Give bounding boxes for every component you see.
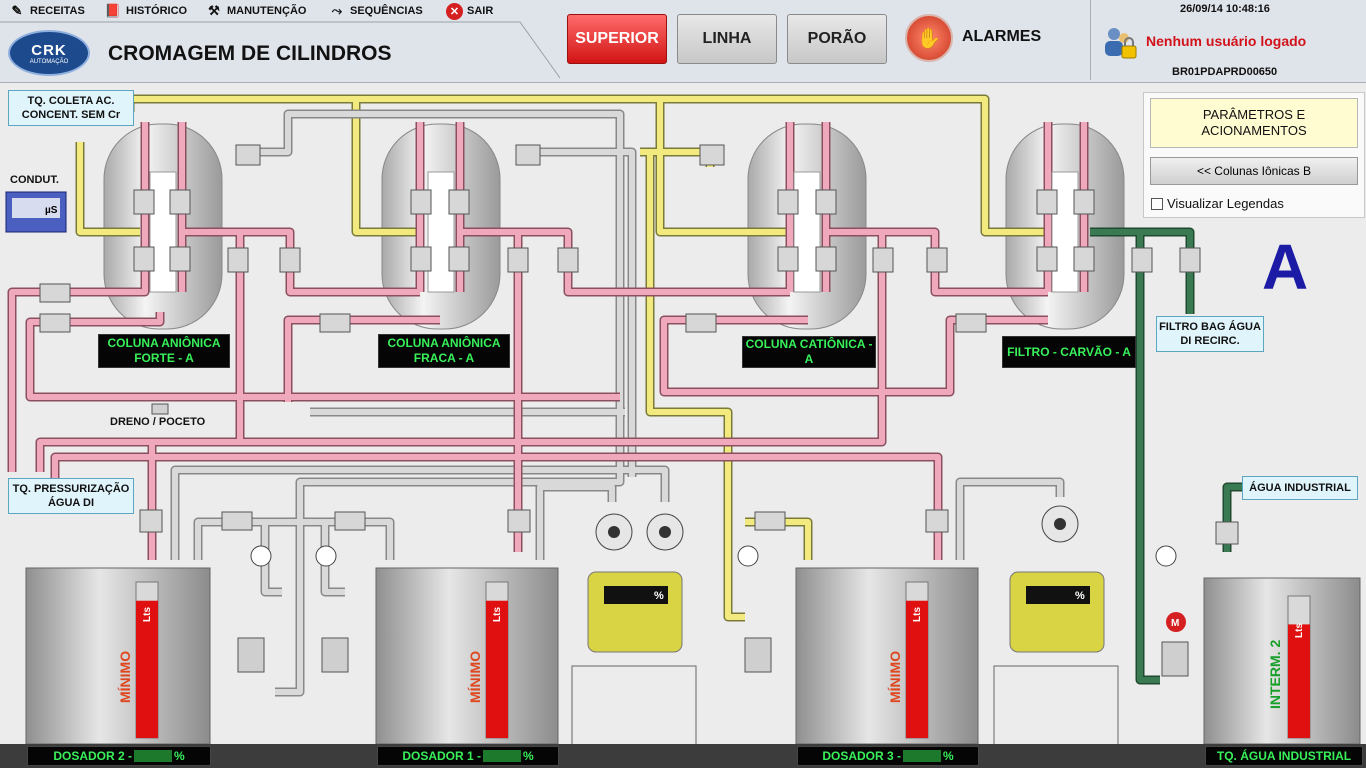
nav-porao-button[interactable]: PORÃO (787, 14, 887, 64)
column-label-cationica: COLUNA CATIÔNICA - A (742, 336, 876, 368)
tank4-level-fill (1288, 624, 1310, 738)
column-label-anionica-fraca: COLUNA ANIÔNICA FRACA - A (378, 334, 510, 368)
tag-filtro-bag: FILTRO BAG ÁGUA DI RECIRC. (1156, 316, 1264, 352)
book-icon: 📕 (104, 3, 122, 18)
menu-historico[interactable]: 📕 HISTÓRICO (104, 2, 187, 20)
page-title: CROMAGEM DE CILINDROS (108, 42, 392, 65)
tank2-level-unit: Lts (492, 607, 503, 622)
sequence-icon: ⤳ (331, 3, 343, 18)
tag-dreno: DRENO / POCETO (110, 416, 206, 428)
storage-tanks (25, 567, 1361, 744)
tank1-side-label: MÍNIMO (117, 650, 133, 703)
menu-sair[interactable]: ✕ SAIR (446, 2, 493, 20)
tag-agua-industrial: ÁGUA INDUSTRIAL (1242, 476, 1358, 500)
users-lock-icon[interactable] (1102, 24, 1138, 60)
process-diagram: µS % % Lts Lts Lts Lts M (5, 94, 1361, 744)
dosador1-name: DOSADOR 1 - % (377, 746, 559, 766)
dosador3-name: DOSADOR 3 - % (797, 746, 979, 766)
tag-tq-coleta: TQ. COLETA AC. CONCENT. SEM Cr (8, 90, 134, 126)
nav-superior-button[interactable]: SUPERIOR (567, 14, 667, 64)
tools-icon: ⚒ (208, 3, 220, 18)
alarms-label[interactable]: ALARMES (962, 28, 1041, 46)
tank1-level-unit: Lts (142, 607, 153, 622)
mixer2-unit: % (1075, 590, 1085, 602)
pencil-icon: ✎ (11, 3, 23, 18)
tank3-level-unit: Lts (912, 607, 923, 622)
condut-unit: µS (45, 205, 58, 216)
tank2-side-label: MÍNIMO (467, 650, 483, 703)
tank3-side-label: MÍNIMO (887, 650, 903, 703)
alarm-hand-icon[interactable]: ✋ (905, 14, 953, 62)
motor-label: M (1171, 618, 1179, 629)
tag-tq-pressurizacao: TQ. PRESSURIZAÇÃO ÁGUA DI (8, 478, 134, 514)
column-label-filtro-carvao: FILTRO - CARVÃO - A (1002, 336, 1136, 368)
mixer1-unit: % (654, 590, 664, 602)
menu-receitas[interactable]: ✎ RECEITAS (8, 2, 85, 20)
level-bars (135, 581, 1311, 739)
station-id: BR01PDAPRD00650 (1172, 66, 1278, 78)
close-icon: ✕ (446, 2, 463, 20)
tq-agua-industrial-name: TQ. ÁGUA INDUSTRIAL (1205, 746, 1363, 766)
datetime: 26/09/14 10:48:16 (1180, 3, 1270, 15)
tank4-level-unit: Lts (1294, 623, 1305, 638)
drain-icon (151, 403, 169, 415)
nav-linha-button[interactable]: LINHA (677, 14, 777, 64)
tank4-side-label: INTERM. 2 (1267, 639, 1283, 709)
menu-sequencias[interactable]: ⤳ SEQUÊNCIAS (328, 2, 423, 20)
dosador2-name: DOSADOR 2 - % (27, 746, 211, 766)
user-status: Nenhum usuário logado (1146, 33, 1307, 49)
column-label-anionica-forte: COLUNA ANIÔNICA FORTE - A (98, 334, 230, 368)
company-logo: CRK AUTOMAÇÃO (8, 30, 90, 76)
menu-manutencao[interactable]: ⚒ MANUTENÇÃO (205, 2, 306, 20)
tag-condut: CONDUT. (10, 174, 59, 186)
